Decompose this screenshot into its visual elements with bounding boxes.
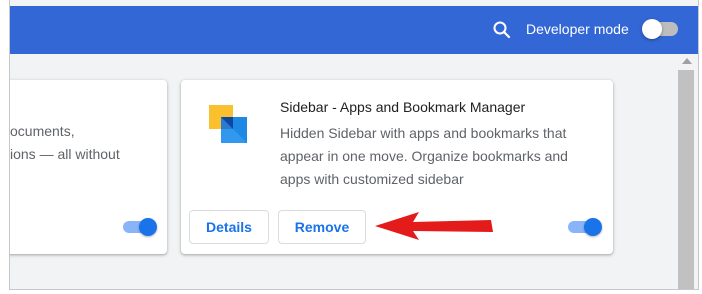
details-button[interactable]: Details [189,210,269,244]
toggle-knob [139,218,157,236]
extension-name: Sidebar - Apps and Bookmark Manager [280,99,526,115]
sidebar-extension-icon [209,105,247,143]
developer-mode-toggle[interactable] [642,19,678,39]
scroll-up-arrow-icon[interactable] [682,58,692,64]
extensions-page: Developer mode ocuments, ions — all with… [9,0,699,290]
remove-button[interactable]: Remove [278,210,366,244]
red-arrow-annotation-icon [375,212,493,240]
extensions-toolbar: Developer mode [10,6,698,54]
extensions-list: ocuments, ions — all without Sidebar - A… [10,54,676,289]
search-icon[interactable] [492,20,512,40]
extension-description: ocuments, ions — all without [10,120,170,166]
description-line: ocuments, [10,123,75,139]
developer-mode-toggle-knob [642,19,662,39]
description-line: appear in one move. Organize bookmarks a… [280,148,568,164]
extension-enable-toggle[interactable] [568,218,602,236]
extension-enable-toggle[interactable] [123,218,157,236]
description-line: ions — all without [10,146,120,162]
description-line: Hidden Sidebar with apps and bookmarks t… [280,125,567,141]
vertical-scrollbar[interactable] [676,54,698,289]
toggle-knob [584,218,602,236]
extension-description: Hidden Sidebar with apps and bookmarks t… [280,122,590,191]
description-line: apps with customized sidebar [280,171,464,187]
scrollbar-thumb[interactable] [678,70,694,289]
extension-card: ocuments, ions — all without [10,80,170,254]
developer-mode-label: Developer mode [526,21,629,37]
